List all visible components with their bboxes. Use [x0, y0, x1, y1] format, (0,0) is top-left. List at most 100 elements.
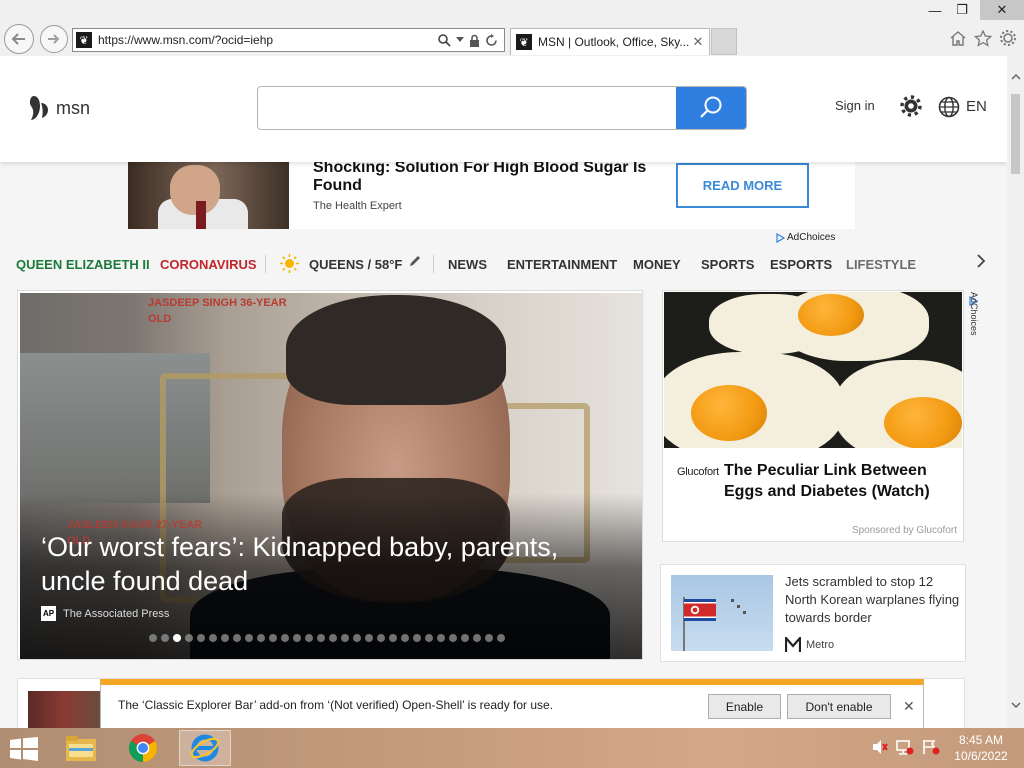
news-card-headline[interactable]: Jets scrambled to stop 12 North Korean w…: [785, 573, 960, 627]
globe-icon[interactable]: [938, 96, 960, 123]
carousel-dot[interactable]: [173, 634, 181, 642]
carousel-dot[interactable]: [269, 634, 277, 642]
carousel-dot[interactable]: [449, 634, 457, 642]
address-bar[interactable]: ❦ https://www.msn.com/?ocid=iehp: [72, 28, 505, 52]
dropdown-icon[interactable]: [456, 37, 464, 43]
carousel-dot[interactable]: [461, 634, 469, 642]
carousel-dot[interactable]: [485, 634, 493, 642]
hero-carousel[interactable]: JASDEEP SINGH 36-YEAR OLD JASLEEN KAUR 2…: [17, 290, 643, 660]
adchoices-vertical[interactable]: AdChoices: [968, 292, 980, 358]
nav-item-lifestyle[interactable]: LIFESTYLE: [846, 257, 916, 272]
taskbar-clock[interactable]: 8:45 AM 10/6/2022: [946, 732, 1016, 764]
refresh-icon[interactable]: [485, 33, 498, 47]
sun-weather-icon[interactable]: [280, 254, 299, 273]
taskbar-file-explorer[interactable]: [55, 730, 107, 766]
carousel-dot[interactable]: [305, 634, 313, 642]
address-url[interactable]: https://www.msn.com/?ocid=iehp: [98, 33, 438, 47]
taskbar-chrome[interactable]: [117, 730, 169, 766]
back-button[interactable]: [4, 24, 34, 54]
carousel-dot[interactable]: [377, 634, 385, 642]
action-center-flag-icon[interactable]: [922, 739, 940, 755]
scroll-up-icon[interactable]: [1007, 68, 1024, 85]
sponsored-ad-strip[interactable]: Shocking: Solution For High Blood Sugar …: [128, 159, 855, 229]
tab-close-icon[interactable]: ✕: [691, 34, 705, 50]
news-thumbnail-image[interactable]: [671, 575, 773, 651]
nav-next-chevron-icon[interactable]: [976, 253, 986, 273]
carousel-dot[interactable]: [293, 634, 301, 642]
carousel-dot[interactable]: [281, 634, 289, 642]
lock-icon[interactable]: [469, 34, 480, 47]
favorites-star-icon[interactable]: [973, 28, 993, 48]
fried-eggs-image[interactable]: [664, 292, 962, 448]
carousel-dot[interactable]: [437, 634, 445, 642]
language-selector[interactable]: EN: [966, 98, 987, 115]
nav-item-weather[interactable]: QUEENS / 58°F: [309, 257, 402, 272]
search-icon[interactable]: [438, 33, 451, 47]
enable-button[interactable]: Enable: [708, 694, 781, 719]
adchoices-link[interactable]: AdChoices: [776, 232, 835, 243]
carousel-dot[interactable]: [353, 634, 361, 642]
hero-image[interactable]: JASDEEP SINGH 36-YEAR OLD JASLEEN KAUR 2…: [20, 293, 642, 659]
hero-headline[interactable]: ‘Our worst fears’: Kidnapped baby, paren…: [41, 530, 611, 598]
news-card-source[interactable]: Metro: [785, 637, 834, 653]
sign-in-link[interactable]: Sign in: [835, 98, 875, 113]
restore-button[interactable]: ❐: [945, 0, 979, 20]
carousel-dot[interactable]: [341, 634, 349, 642]
carousel-dot[interactable]: [425, 634, 433, 642]
carousel-dot[interactable]: [401, 634, 409, 642]
news-thumbnail-image[interactable]: [28, 691, 100, 728]
carousel-dot[interactable]: [233, 634, 241, 642]
search-input[interactable]: [258, 87, 677, 129]
taskbar-internet-explorer[interactable]: [179, 730, 231, 766]
carousel-dot[interactable]: [473, 634, 481, 642]
scrollbar-thumb[interactable]: [1011, 94, 1020, 174]
carousel-dot[interactable]: [209, 634, 217, 642]
nav-item-queen-elizabeth[interactable]: QUEEN ELIZABETH II: [16, 257, 150, 272]
search-box[interactable]: [257, 86, 747, 130]
glucofort-ad[interactable]: Glucofort The Peculiar Link Between Eggs…: [662, 290, 964, 542]
hero-source[interactable]: AP The Associated Press: [41, 606, 169, 621]
system-tray: [872, 739, 940, 755]
nav-item-esports[interactable]: ESPORTS: [770, 257, 832, 272]
carousel-dot[interactable]: [389, 634, 397, 642]
volume-muted-icon[interactable]: [872, 739, 888, 755]
forward-button[interactable]: [40, 25, 68, 53]
ad-doctor-image[interactable]: [128, 159, 289, 229]
carousel-dot[interactable]: [257, 634, 265, 642]
search-button[interactable]: [676, 87, 746, 129]
carousel-dot[interactable]: [161, 634, 169, 642]
read-more-button[interactable]: READ MORE: [676, 163, 809, 208]
nav-item-sports[interactable]: SPORTS: [701, 257, 754, 272]
notification-close-icon[interactable]: ✕: [903, 698, 915, 715]
carousel-dot[interactable]: [221, 634, 229, 642]
home-icon[interactable]: [948, 28, 968, 48]
tab-msn[interactable]: ❦ MSN | Outlook, Office, Sky... ✕: [510, 28, 710, 55]
ad-title[interactable]: Shocking: Solution For High Blood Sugar …: [313, 159, 658, 195]
carousel-dot[interactable]: [497, 634, 505, 642]
right-ad-title[interactable]: The Peculiar Link Between Eggs and Diabe…: [724, 460, 954, 502]
carousel-dot[interactable]: [329, 634, 337, 642]
carousel-dot[interactable]: [149, 634, 157, 642]
nav-item-money[interactable]: MONEY: [633, 257, 681, 272]
msn-logo[interactable]: msn: [28, 94, 90, 122]
nav-item-coronavirus[interactable]: CORONAVIRUS: [160, 257, 257, 272]
new-tab-button[interactable]: [711, 28, 737, 55]
news-card[interactable]: Jets scrambled to stop 12 North Korean w…: [660, 564, 966, 662]
settings-gear-icon[interactable]: [900, 95, 922, 122]
carousel-dot[interactable]: [245, 634, 253, 642]
nav-item-news[interactable]: NEWS: [448, 257, 487, 272]
carousel-dot[interactable]: [185, 634, 193, 642]
scroll-down-icon[interactable]: [1007, 696, 1024, 713]
dont-enable-button[interactable]: Don't enable: [787, 694, 891, 719]
start-button[interactable]: [10, 737, 38, 761]
vertical-scrollbar[interactable]: [1007, 56, 1024, 728]
close-window-button[interactable]: ✕: [980, 0, 1024, 20]
edit-pencil-icon[interactable]: [408, 254, 422, 268]
carousel-dot[interactable]: [317, 634, 325, 642]
nav-item-entertainment[interactable]: ENTERTAINMENT: [507, 257, 617, 272]
network-icon[interactable]: [896, 739, 914, 755]
carousel-dot[interactable]: [365, 634, 373, 642]
tools-gear-icon[interactable]: [998, 28, 1018, 48]
carousel-dot[interactable]: [197, 634, 205, 642]
carousel-dot[interactable]: [413, 634, 421, 642]
